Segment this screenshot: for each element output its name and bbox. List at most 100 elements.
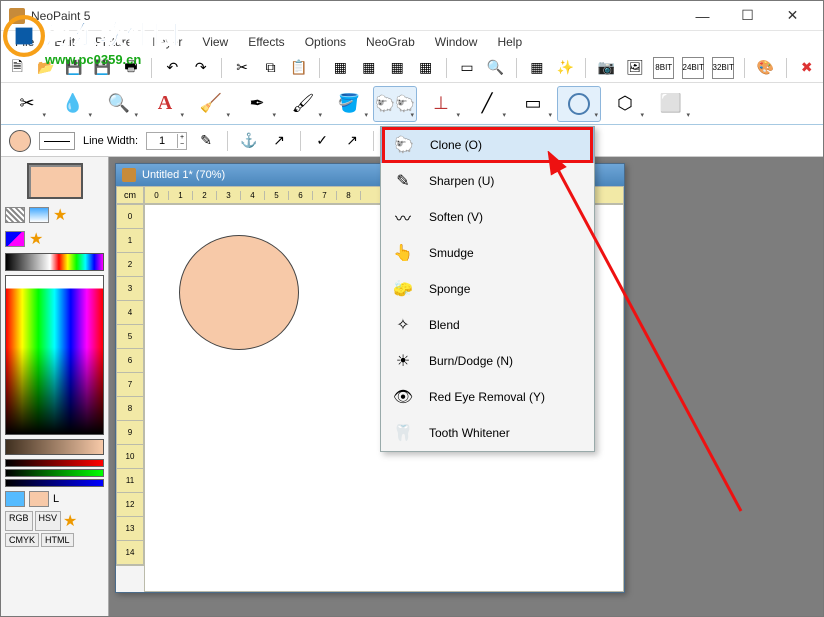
arrow-icon[interactable]: ↗: [268, 130, 290, 152]
layer-del-icon[interactable]: ▦: [387, 57, 407, 79]
menu-help[interactable]: Help: [487, 33, 532, 51]
swatch-a[interactable]: [5, 491, 25, 507]
menu-item-redeye[interactable]: 👁Red Eye Removal (Y): [381, 379, 594, 415]
redo-icon[interactable]: ↷: [191, 57, 211, 79]
undo-icon[interactable]: ↶: [162, 57, 182, 79]
close-doc-icon[interactable]: ✖: [796, 57, 816, 79]
grid-icon[interactable]: ▦: [527, 57, 547, 79]
menu-item-sharpen[interactable]: ✎Sharpen (U): [381, 163, 594, 199]
pattern-icon[interactable]: [5, 207, 25, 223]
mode-hsv[interactable]: HSV: [35, 511, 62, 531]
menu-item-soften[interactable]: 〰Soften (V): [381, 199, 594, 235]
menu-item-clone[interactable]: 🐑Clone (O): [381, 127, 594, 163]
menu-window[interactable]: Window: [425, 33, 488, 51]
mode-cmyk[interactable]: CMYK: [5, 533, 39, 547]
save-icon[interactable]: 💾: [64, 57, 84, 79]
bit8-icon[interactable]: 8BIT: [653, 57, 674, 79]
anchor-icon[interactable]: ⚓: [238, 130, 260, 152]
eraser-tool[interactable]: 🧹▾: [189, 86, 233, 122]
magnify-tool[interactable]: 🔍▾: [97, 86, 141, 122]
menu-options[interactable]: Options: [295, 33, 356, 51]
star2-icon[interactable]: ★: [29, 229, 43, 249]
line-style-preview[interactable]: [39, 132, 75, 150]
menu-edit[interactable]: Edit: [44, 33, 85, 51]
doc-icon: [122, 168, 136, 182]
star-icon[interactable]: ★: [53, 205, 67, 225]
ruler-unit[interactable]: cm: [116, 186, 144, 204]
capture-icon[interactable]: 📷: [596, 57, 616, 79]
bit32-icon[interactable]: 32BIT: [712, 57, 734, 79]
copy-icon[interactable]: ⧉: [260, 57, 280, 79]
palette-icon[interactable]: 🎨: [755, 57, 775, 79]
ruler-vertical: 01234567891011121314: [116, 204, 144, 566]
maximize-button[interactable]: ☐: [725, 2, 770, 30]
save-as-icon[interactable]: 💾: [92, 57, 112, 79]
separator: [227, 131, 228, 151]
menu-item-burn-dodge[interactable]: ☀Burn/Dodge (N): [381, 343, 594, 379]
cube-tool[interactable]: ⬜▾: [649, 86, 693, 122]
menu-item-tooth[interactable]: 🦷Tooth Whitener: [381, 415, 594, 451]
eye-icon: 👁: [391, 385, 415, 409]
rect-tool[interactable]: ▭▾: [511, 86, 555, 122]
bit24-icon[interactable]: 24BIT: [682, 57, 704, 79]
zoom-icon[interactable]: 🔍: [485, 57, 505, 79]
polygon-tool[interactable]: ⬡▾: [603, 86, 647, 122]
rgb-sliders[interactable]: [5, 459, 104, 487]
print-icon[interactable]: 🖶: [121, 57, 141, 79]
pen-tool[interactable]: ✒▾: [235, 86, 279, 122]
effects-icon[interactable]: ✨: [555, 57, 575, 79]
line-tool[interactable]: ╱▾: [465, 86, 509, 122]
close-button[interactable]: ✕: [770, 2, 815, 30]
paste-icon[interactable]: 📋: [289, 57, 309, 79]
menu-item-blend[interactable]: ✧Blend: [381, 307, 594, 343]
cut-icon[interactable]: ✂: [232, 57, 252, 79]
new-icon[interactable]: 🗎: [7, 57, 27, 79]
brush-tool[interactable]: 🖌▾: [281, 86, 325, 122]
separator: [446, 58, 447, 78]
stamp-tool[interactable]: ⊥▾: [419, 86, 463, 122]
menu-layer[interactable]: Layer: [142, 33, 192, 51]
ellipse-tool[interactable]: ▾: [557, 86, 601, 122]
menu-effects[interactable]: Effects: [238, 33, 294, 51]
fill-tool[interactable]: 🪣▾: [327, 86, 371, 122]
color-strip[interactable]: [5, 253, 104, 271]
line-opt-icon[interactable]: ✎: [195, 130, 217, 152]
separator: [744, 58, 745, 78]
layer-icon[interactable]: ▦: [330, 57, 350, 79]
fg-bg-icon[interactable]: [5, 231, 25, 247]
text-tool[interactable]: A▾: [143, 86, 187, 122]
star3-icon[interactable]: ★: [63, 511, 77, 531]
line-width-input[interactable]: [147, 135, 177, 147]
minimize-button[interactable]: —: [680, 2, 725, 30]
snap-icon[interactable]: ✓: [311, 130, 333, 152]
menu-item-smudge[interactable]: 👆Smudge: [381, 235, 594, 271]
line-width-spinner[interactable]: +−: [146, 132, 187, 150]
scissors-tool[interactable]: ✂▾: [5, 86, 49, 122]
open-icon[interactable]: 📂: [35, 57, 55, 79]
color-picker[interactable]: [5, 275, 104, 435]
foreground-swatch[interactable]: [27, 163, 83, 199]
layer-up-icon[interactable]: ▦: [415, 57, 435, 79]
gradient-bar[interactable]: [5, 439, 104, 455]
snap2-icon[interactable]: ↗: [341, 130, 363, 152]
swatch-b[interactable]: [29, 491, 49, 507]
eyedropper-tool[interactable]: 💧▾: [51, 86, 95, 122]
clone-tool[interactable]: 🐑🐑▾: [373, 86, 417, 122]
lock-icon[interactable]: L: [53, 493, 59, 505]
image-icon[interactable]: 🖼: [625, 57, 645, 79]
gradient-icon[interactable]: [29, 207, 49, 223]
mode-html[interactable]: HTML: [41, 533, 74, 547]
select-icon[interactable]: ▭: [457, 57, 477, 79]
layer-add-icon[interactable]: ▦: [359, 57, 379, 79]
line-width-label: Line Width:: [83, 135, 138, 147]
menu-neograb[interactable]: NeoGrab: [356, 33, 425, 51]
tooth-icon: 🦷: [391, 421, 415, 445]
separator: [786, 58, 787, 78]
menu-picture[interactable]: Picture: [85, 33, 142, 51]
menu-view[interactable]: View: [192, 33, 238, 51]
mode-rgb[interactable]: RGB: [5, 511, 33, 531]
menu-item-sponge[interactable]: 🧽Sponge: [381, 271, 594, 307]
window-title: NeoPaint 5: [31, 9, 680, 23]
sponge-icon: 🧽: [391, 277, 415, 301]
menu-bar: File Edit Picture Layer View Effects Opt…: [1, 31, 823, 53]
